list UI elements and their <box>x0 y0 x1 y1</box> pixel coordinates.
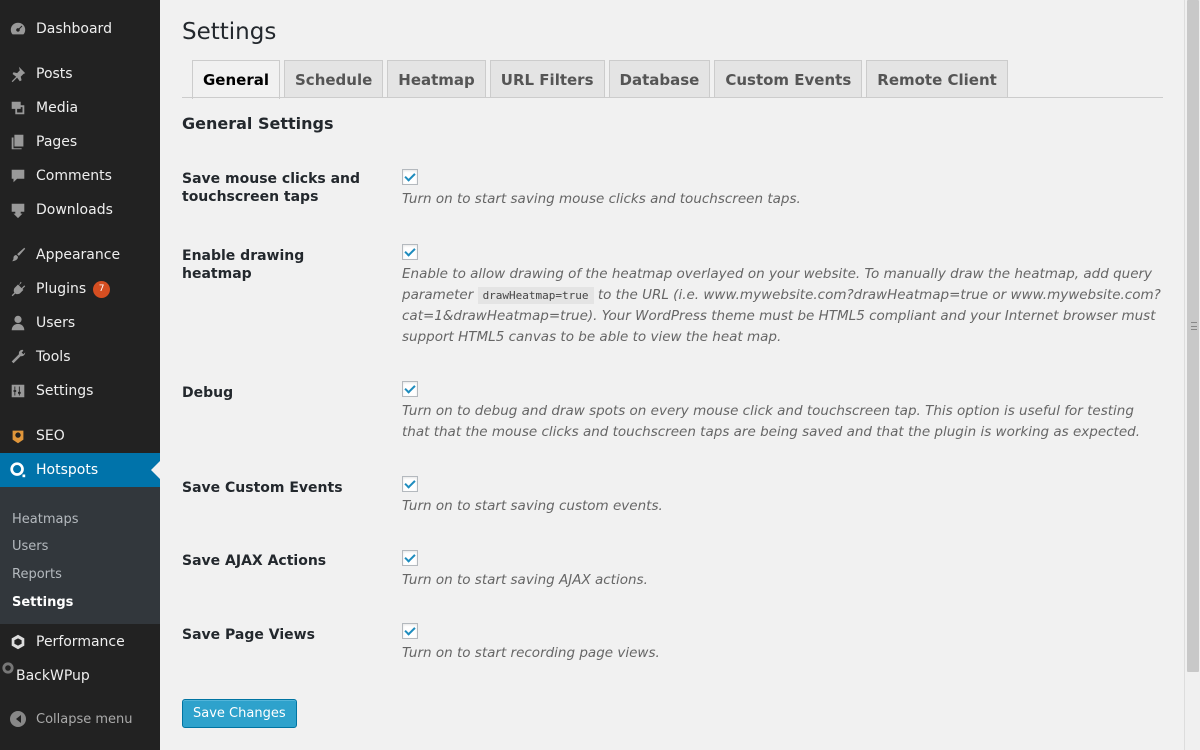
wrench-icon <box>0 348 36 366</box>
plugin-icon <box>0 280 36 298</box>
setting-label-custom-events: Save Custom Events <box>182 480 343 496</box>
tab-general[interactable]: General <box>192 60 280 99</box>
scrollbar-grip-icon <box>1191 322 1197 330</box>
tab-schedule[interactable]: Schedule <box>284 60 384 98</box>
menu-label: Tools <box>36 349 71 365</box>
tab-custom-events[interactable]: Custom Events <box>714 60 863 98</box>
menu-label: Media <box>36 100 79 116</box>
setting-description: Turn on to start saving mouse clicks and… <box>402 191 801 207</box>
brush-icon <box>0 246 36 264</box>
menu-item-comments[interactable]: Comments <box>0 159 160 193</box>
media-icon <box>0 99 36 117</box>
hotspots-icon <box>0 461 36 479</box>
menu-item-backwpup[interactable]: BackWPup <box>0 659 160 693</box>
menu-item-downloads[interactable]: Downloads <box>0 193 160 227</box>
menu-item-tools[interactable]: Tools <box>0 340 160 374</box>
update-count-badge: 7 <box>93 280 111 298</box>
setting-description: Enable to allow drawing of the heatmap o… <box>402 264 1162 348</box>
menu-item-users[interactable]: Users <box>0 306 160 340</box>
download-icon <box>0 201 36 219</box>
menu-label: Performance <box>36 634 125 650</box>
menu-item-media[interactable]: Media <box>0 91 160 125</box>
submenu-item-reports[interactable]: Reports <box>12 567 62 582</box>
tab-heatmap[interactable]: Heatmap <box>387 60 486 98</box>
menu-label: Comments <box>36 168 112 184</box>
menu-label: Pages <box>36 134 78 150</box>
settings-icon <box>0 382 36 400</box>
submenu-item-users[interactable]: Users <box>12 539 48 554</box>
settings-tabs: General Schedule Heatmap URL Filters Dat… <box>192 60 1012 99</box>
dashboard-icon <box>0 20 36 38</box>
section-title: General Settings <box>182 114 334 133</box>
performance-icon <box>0 633 36 651</box>
menu-item-settings[interactable]: Settings <box>0 374 160 408</box>
menu-label: Hotspots <box>36 462 99 478</box>
tab-remote-client[interactable]: Remote Client <box>866 60 1008 98</box>
menu-item-seo[interactable]: SEO <box>0 419 160 453</box>
menu-label: Plugins <box>36 281 87 297</box>
ajax-actions-checkbox[interactable] <box>402 550 418 566</box>
setting-label-ajax-actions: Save AJAX Actions <box>182 553 327 569</box>
page-title: Settings <box>182 19 277 45</box>
menu-label: BackWPup <box>16 668 90 684</box>
menu-item-plugins[interactable]: Plugins 7 <box>0 272 160 306</box>
main-content: Settings General Schedule Heatmap URL Fi… <box>160 0 1184 750</box>
tab-database[interactable]: Database <box>608 60 711 98</box>
comment-icon <box>0 167 36 185</box>
tab-divider <box>182 97 1163 98</box>
user-icon <box>0 314 36 332</box>
setting-label-save-clicks: Save mouse clicks and touchscreen taps <box>182 171 361 205</box>
setting-label-page-views: Save Page Views <box>182 627 315 643</box>
menu-item-hotspots[interactable]: Hotspots <box>0 453 160 487</box>
save-clicks-checkbox[interactable] <box>402 169 418 185</box>
collapse-icon <box>0 711 36 727</box>
query-parameter-code: drawHeatmap=true <box>477 287 594 304</box>
menu-item-performance[interactable]: Performance <box>0 625 160 659</box>
menu-item-dashboard[interactable]: Dashboard <box>0 12 160 46</box>
backwpup-icon <box>0 661 16 675</box>
collapse-label: Collapse menu <box>36 711 133 727</box>
drawing-heatmap-checkbox[interactable] <box>402 244 418 260</box>
page-views-checkbox[interactable] <box>402 623 418 639</box>
custom-events-checkbox[interactable] <box>402 476 418 492</box>
setting-label-debug: Debug <box>182 385 234 401</box>
debug-checkbox[interactable] <box>402 381 418 397</box>
hotspots-submenu: Heatmaps Users Reports Settings <box>0 487 160 624</box>
pages-icon <box>0 133 36 151</box>
menu-label: Posts <box>36 66 73 82</box>
setting-description: Turn on to start saving AJAX actions. <box>402 572 648 588</box>
menu-item-appearance[interactable]: Appearance <box>0 238 160 272</box>
menu-item-pages[interactable]: Pages <box>0 125 160 159</box>
save-changes-button[interactable]: Save Changes <box>182 699 297 728</box>
collapse-menu-button[interactable]: Collapse menu <box>0 705 160 733</box>
menu-label: Settings <box>36 383 94 399</box>
scrollbar-thumb[interactable] <box>1187 0 1199 672</box>
tab-url-filters[interactable]: URL Filters <box>489 60 605 98</box>
setting-label-drawing-heatmap: Enable drawing heatmap <box>182 248 305 282</box>
menu-label: SEO <box>36 428 65 444</box>
seo-icon <box>0 427 36 445</box>
submenu-item-heatmaps[interactable]: Heatmaps <box>12 512 79 527</box>
menu-label: Dashboard <box>36 21 112 37</box>
menu-label: Appearance <box>36 247 121 263</box>
setting-description: Turn on to start saving custom events. <box>402 498 663 514</box>
submenu-item-settings[interactable]: Settings <box>12 595 73 610</box>
setting-description: Turn on to debug and draw spots on every… <box>402 403 1141 440</box>
pin-icon <box>0 65 36 83</box>
page-scrollbar[interactable] <box>1184 0 1200 750</box>
menu-label: Users <box>36 315 76 331</box>
setting-description: Turn on to start recording page views. <box>402 645 660 661</box>
menu-label: Downloads <box>36 202 113 218</box>
admin-sidebar: Dashboard Posts Media Pages Comments Dow… <box>0 0 160 750</box>
menu-item-posts[interactable]: Posts <box>0 57 160 91</box>
